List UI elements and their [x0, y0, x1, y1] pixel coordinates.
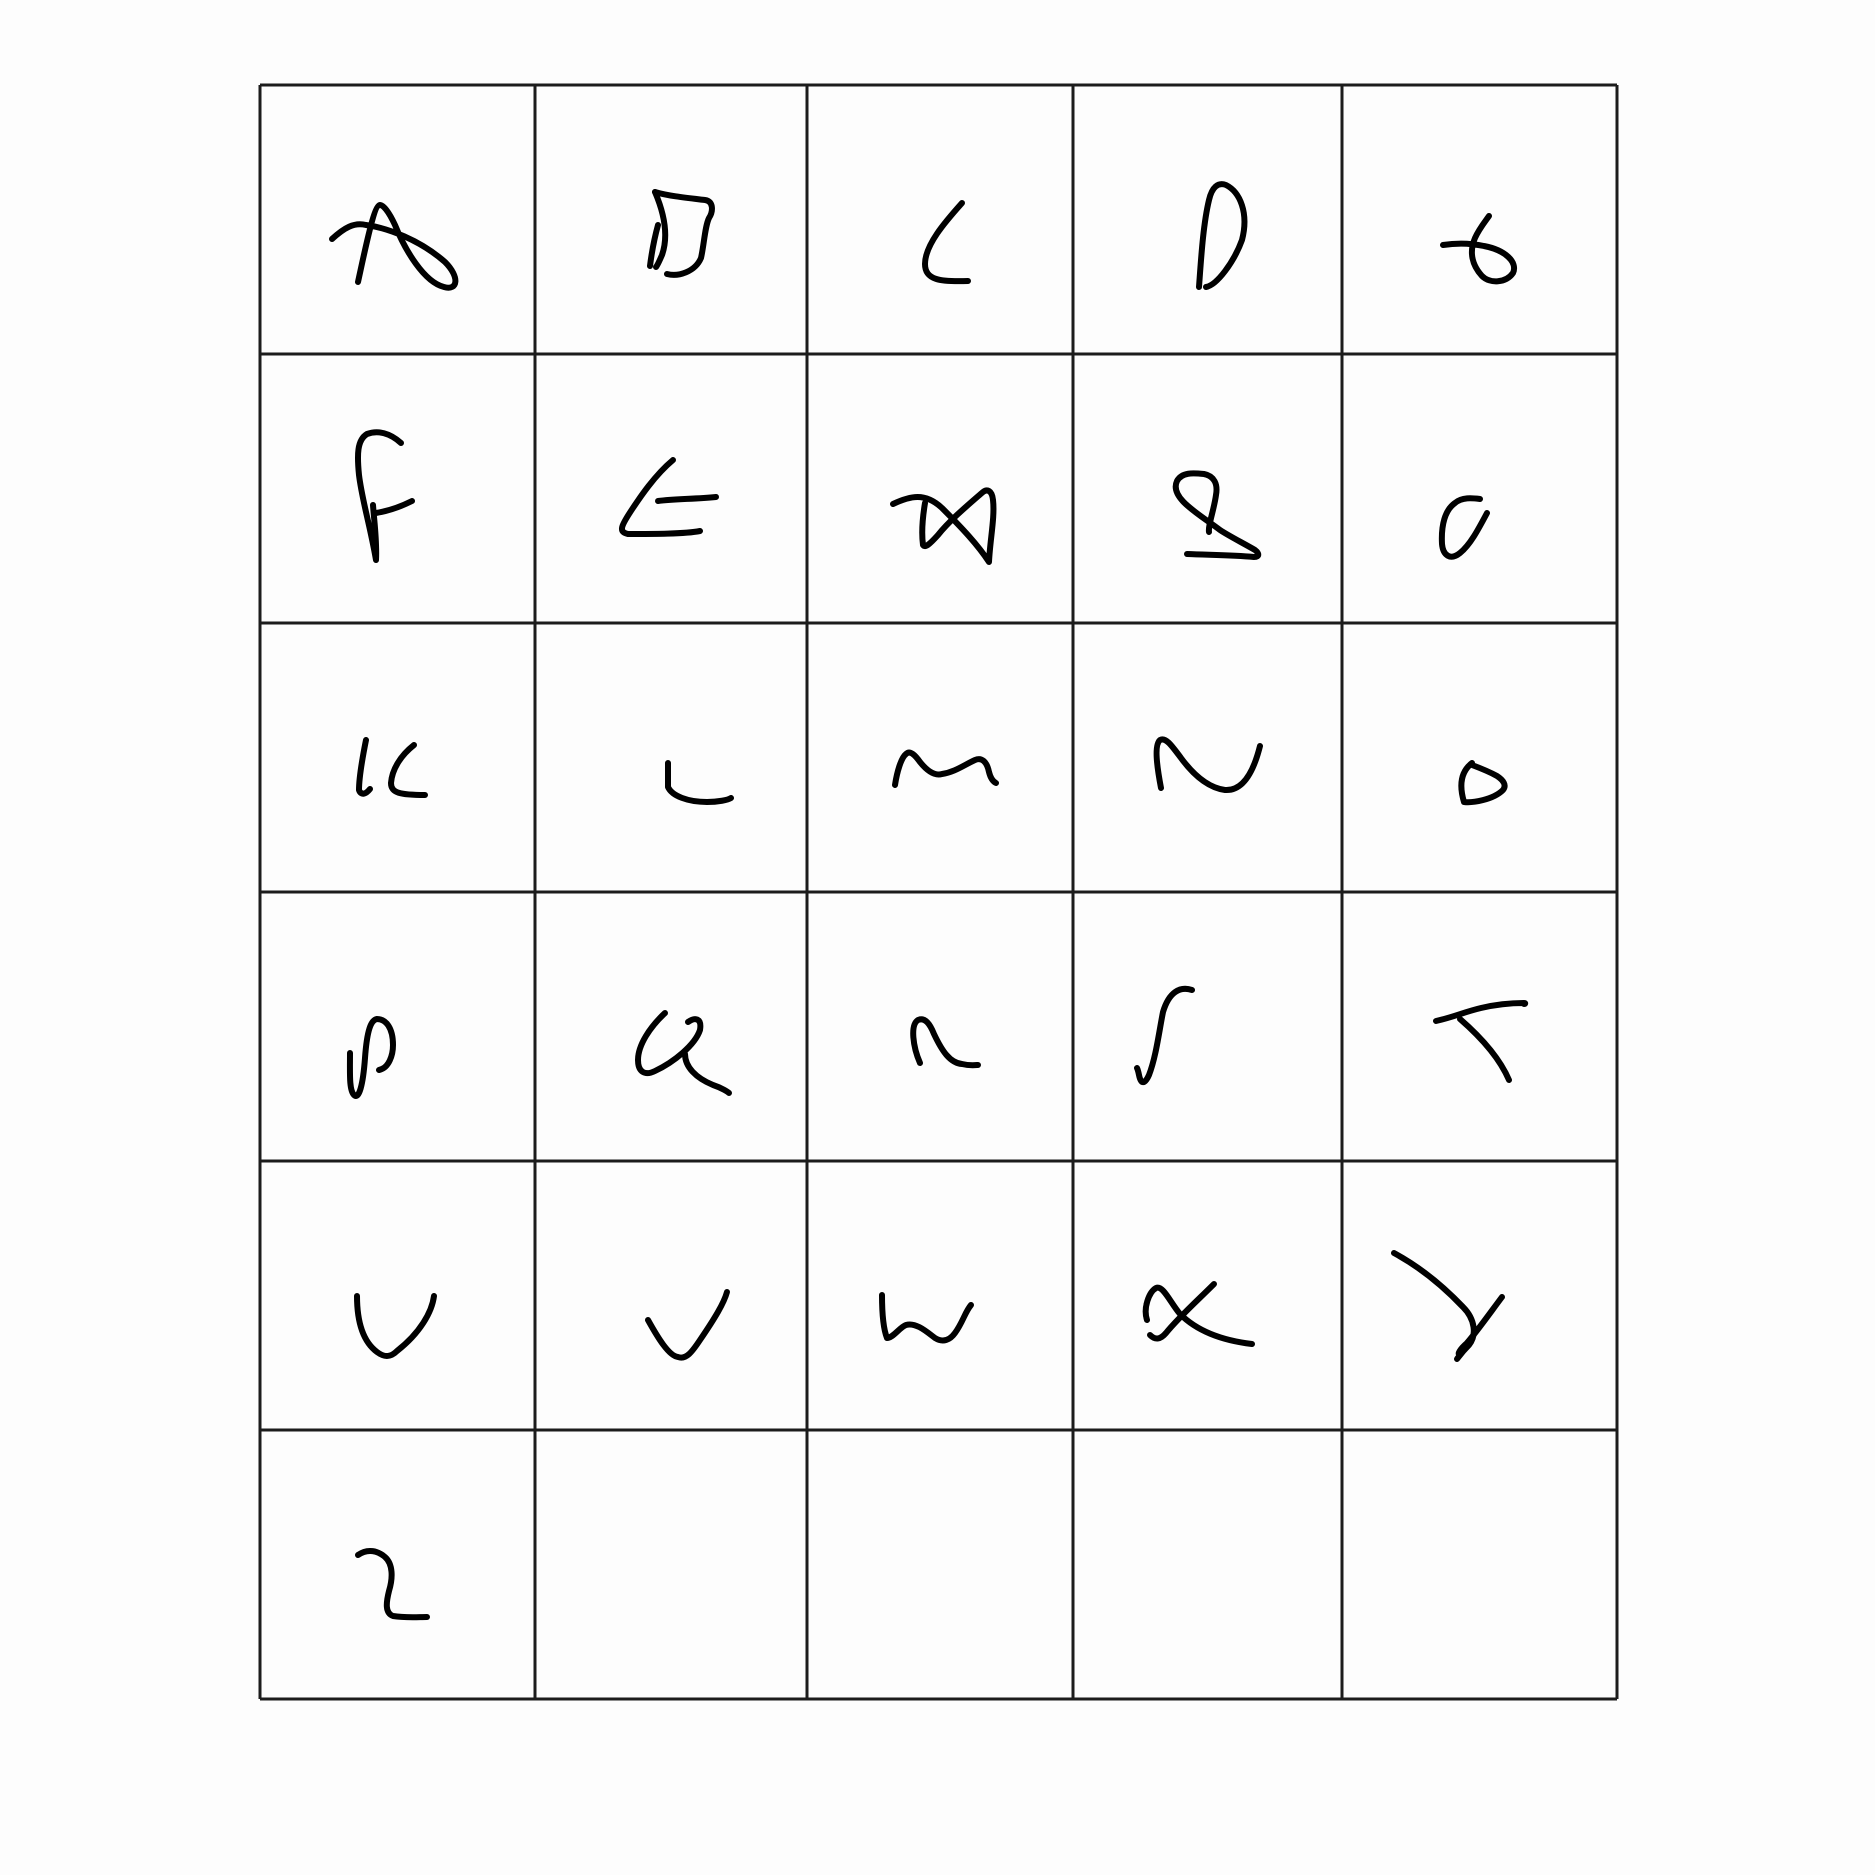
- handwriting-sheet: [0, 0, 1875, 1875]
